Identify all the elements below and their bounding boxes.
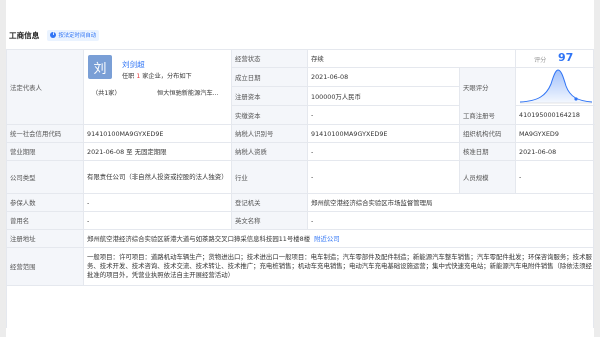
row-former-name: 曾用名 - 英文名称 -	[7, 212, 593, 230]
taxpayer-qual-label: 纳税人资质	[231, 143, 307, 160]
founded-value: 2021-06-08	[307, 68, 459, 86]
reg-authority-value: 郑州航空港经济综合实验区市场监督管理局	[307, 194, 595, 211]
legal-rep-name[interactable]: 刘剑超	[122, 59, 145, 70]
address-label: 注册地址	[7, 230, 83, 247]
legal-rep-label: 法定代表人	[7, 50, 83, 124]
term-label: 营业期限	[7, 143, 83, 160]
capital-label: 注册资本	[231, 87, 307, 105]
insured-label: 参保人数	[7, 194, 83, 211]
credit-code-label: 统一社会信用代码	[7, 125, 83, 142]
score-value: 97	[558, 51, 574, 64]
row-founded: 成立日期 2021-06-08	[231, 68, 459, 87]
section-title: 工商信息	[9, 30, 40, 40]
company-type-label: 公司类型	[7, 161, 83, 193]
sky-score-cell[interactable]: 评分 97	[515, 50, 595, 106]
legal-rep-company-count: （共1家）	[92, 90, 121, 97]
approval-date-label: 核准日期	[459, 143, 515, 160]
legal-rep-cell: 刘 刘剑超 任职 1 家企业，分布如下 （共1家） 恒大恒驰新能源汽车...	[83, 50, 231, 124]
staff-size-label: 人员规模	[459, 161, 515, 193]
english-name-label: 英文名称	[231, 212, 307, 229]
capital-value: 100000万人民币	[307, 87, 459, 105]
status-value: 存续	[307, 50, 459, 67]
paid-capital-value: -	[307, 106, 459, 124]
approval-date-value: 2021-06-08	[515, 143, 595, 160]
nearby-companies-link[interactable]: 附近公司	[314, 234, 340, 243]
row-company-type: 公司类型 有限责任公司（非自然人投资或控股的法人独资） 行业 - 人员规模 -	[7, 161, 593, 194]
credit-code-value: 91410100MA9GYXED9E	[83, 125, 231, 142]
avatar: 刘	[88, 55, 112, 79]
paid-capital-label: 实缴资本	[231, 106, 307, 124]
status-label: 经营状态	[231, 50, 307, 67]
address-cell: 郑州航空港经济综合实验区新港大道与如茶路交叉口獐采信息科技园11号楼8楼 附近公…	[83, 230, 595, 247]
score-marker	[574, 97, 578, 101]
former-name-value: -	[83, 212, 231, 229]
reg-authority-label: 登记机关	[231, 194, 307, 211]
english-name-value: -	[307, 212, 595, 229]
row-reg-no: 工商注册号 410195000164218	[459, 106, 595, 125]
row-paid-capital: 实缴资本 -	[231, 106, 459, 125]
former-name-label: 曾用名	[7, 212, 83, 229]
badge-label: 按法定时间自动	[58, 33, 97, 39]
term-value: 2021-06-08 至 无固定期限	[83, 143, 231, 160]
sky-score-label: 天眼评分	[459, 68, 515, 106]
company-type-value: 有限责任公司（非自然人投资或控股的法人独资）	[83, 161, 231, 193]
row-scope: 经营范围 一般项目：许可项目：道路机动车辆生产；货物进出口；技术进出口一般项目：…	[7, 248, 593, 286]
legal-rep-company-link[interactable]: 恒大恒驰新能源汽车...	[157, 88, 219, 97]
industry-value: -	[307, 161, 459, 193]
row-insured: 参保人数 - 登记机关 郑州航空港经济综合实验区市场监督管理局	[7, 194, 593, 212]
row-term: 营业期限 2021-06-08 至 无固定期限 纳税人资质 - 核准日期 202…	[7, 143, 593, 161]
scope-value: 一般项目：许可项目：道路机动车辆生产；货物进出口；技术进出口一般项目：电车制造；…	[83, 248, 595, 285]
score-label: 评分	[534, 57, 547, 64]
taxpayer-id-label: 纳税人识别号	[231, 125, 307, 142]
address-value: 郑州航空港经济综合实验区新港大道与如茶路交叉口獐采信息科技园11号楼8楼	[87, 235, 311, 243]
founded-label: 成立日期	[231, 68, 307, 86]
taxpayer-id-value: 91410100MA9GYXED9E	[307, 125, 459, 142]
auto-update-badge[interactable]: i 按法定时间自动	[47, 29, 100, 41]
scope-label: 经营范围	[7, 248, 83, 285]
staff-size-value: -	[515, 161, 595, 193]
org-code-value: MA9GYXED9	[515, 125, 595, 142]
row-capital: 注册资本 100000万人民币	[231, 87, 459, 106]
insured-value: -	[83, 194, 231, 211]
reg-no-label: 工商注册号	[459, 106, 515, 124]
taxpayer-qual-value: -	[307, 143, 459, 160]
org-code-label: 组织机构代码	[459, 125, 515, 142]
row-address: 注册地址 郑州航空港经济综合实验区新港大道与如茶路交叉口獐采信息科技园11号楼8…	[7, 230, 593, 248]
business-info-table: 法定代表人 刘 刘剑超 任职 1 家企业，分布如下 （共1家） 恒大恒驰新能源汽…	[6, 49, 595, 328]
score-curve-chart	[520, 69, 592, 104]
section-header: 工商信息 i 按法定时间自动	[9, 27, 100, 43]
industry-label: 行业	[231, 161, 307, 193]
reg-no-value: 410195000164218	[515, 106, 595, 124]
row-credit-code: 统一社会信用代码 91410100MA9GYXED9E 纳税人识别号 91410…	[7, 125, 593, 143]
info-icon: i	[50, 32, 57, 38]
legal-rep-role: 任职 1 家企业，分布如下	[122, 73, 192, 80]
